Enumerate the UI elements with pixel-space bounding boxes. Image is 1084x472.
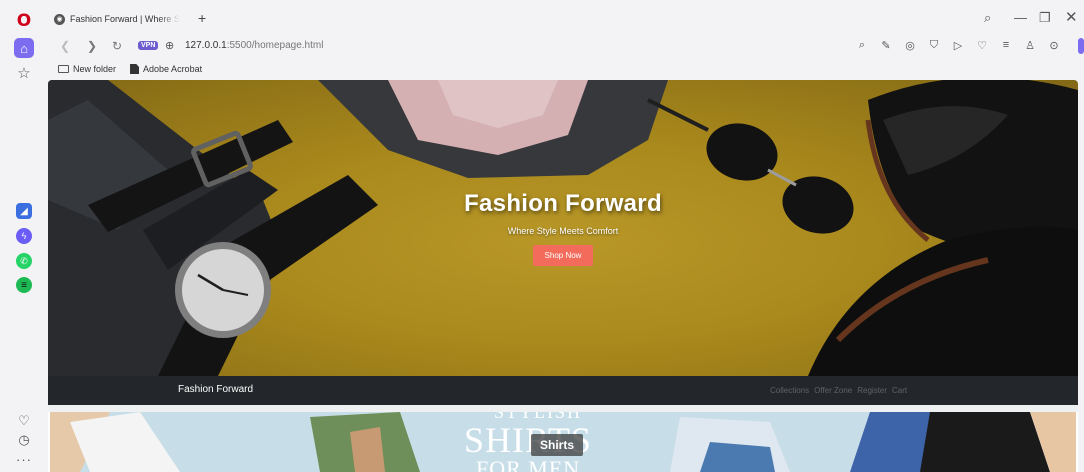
toolbar-icons: ⌕ ✎ ◎ ⛉ ▷ ♡ ≡ ♙ ⊙ (856, 39, 1060, 52)
folder-icon (58, 65, 69, 73)
shop-now-button[interactable]: Shop Now (532, 245, 594, 266)
camera-icon[interactable]: ◎ (904, 39, 916, 52)
tab-favicon-icon: ◉ (54, 13, 65, 25)
browser-tab[interactable]: ◉ Fashion Forward | Where S (54, 9, 182, 29)
forward-icon[interactable]: ❯ (87, 39, 97, 53)
address-bar: ❮ ❯ ↻ VPN ⊕ 127.0.0.1:5500/homepage.html… (48, 36, 1084, 58)
opera-logo-icon[interactable]: O (14, 11, 34, 31)
heart-icon[interactable]: ♡ (14, 411, 34, 431)
site-navbar: Fashion Forward Collections Offer Zone R… (48, 376, 1078, 405)
more-icon[interactable]: ··· (14, 449, 34, 469)
star-icon[interactable]: ☆ (14, 63, 34, 83)
reload-icon[interactable]: ↻ (112, 39, 122, 53)
shirts-category-label[interactable]: Shirts (531, 434, 584, 456)
page-viewport: Fashion Forward Where Style Meets Comfor… (48, 80, 1078, 472)
box-icon[interactable]: ⊙ (1048, 39, 1060, 52)
spotify-icon[interactable]: ≡ (16, 277, 32, 293)
browser-sidebar: O ⌂ ☆ ◢ ϟ ✆ ≡ ♡ ◷ ··· (0, 0, 48, 472)
site-brand[interactable]: Fashion Forward (178, 384, 253, 395)
menu-icon[interactable]: ≡ (1000, 39, 1012, 52)
nav-link-register[interactable]: Register (857, 386, 887, 395)
bookmark-new-folder[interactable]: New folder (58, 64, 116, 74)
ai-app-icon[interactable]: ◢ (16, 203, 32, 219)
account-icon[interactable]: ♙ (1024, 39, 1036, 52)
shirts-category-banner[interactable]: STYLISH SHIRTS FOR MEN Shirts (50, 412, 1076, 472)
messenger-icon[interactable]: ϟ (16, 228, 32, 244)
whatsapp-icon[interactable]: ✆ (16, 253, 32, 269)
bookmark-label: New folder (73, 64, 117, 74)
document-icon (130, 64, 140, 74)
site-nav-links: Collections Offer Zone Register Cart (770, 386, 907, 395)
hero-subtitle: Where Style Meets Comfort (507, 226, 619, 236)
clock-icon[interactable]: ◷ (14, 430, 34, 450)
close-icon[interactable]: ✕ (1065, 8, 1078, 26)
tab-search-icon[interactable]: ⌕ (984, 10, 991, 26)
send-icon[interactable]: ▷ (952, 39, 964, 52)
banner-text-small: FOR MEN (476, 456, 581, 472)
restore-icon[interactable]: ❐ (1039, 10, 1051, 26)
url-path: :5500/homepage.html (226, 40, 324, 51)
search-icon[interactable]: ⌕ (856, 39, 868, 52)
hero-content: Fashion Forward Where Style Meets Comfor… (48, 190, 1078, 266)
section-divider (48, 405, 1078, 412)
site-info-icon[interactable]: ⊕ (165, 39, 174, 52)
bookmarks-bar: New folder Adobe Acrobat (58, 62, 202, 76)
bookmark-label: Adobe Acrobat (143, 64, 203, 74)
nav-link-offer-zone[interactable]: Offer Zone (814, 386, 852, 395)
tab-title: Fashion Forward | Where S (70, 14, 180, 24)
hero-title: Fashion Forward (464, 190, 662, 217)
hero-section: Fashion Forward Where Style Meets Comfor… (48, 80, 1078, 376)
edit-icon[interactable]: ✎ (880, 39, 892, 52)
nav-link-cart[interactable]: Cart (892, 386, 907, 395)
home-icon[interactable]: ⌂ (14, 38, 34, 58)
minimize-icon[interactable]: — (1014, 10, 1027, 25)
url-field[interactable]: 127.0.0.1:5500/homepage.html (185, 40, 323, 51)
extension-icon[interactable] (1078, 38, 1084, 54)
new-tab-button[interactable]: + (198, 10, 206, 26)
vpn-badge[interactable]: VPN (138, 41, 159, 50)
shield-icon[interactable]: ⛉ (928, 39, 940, 52)
url-host: 127.0.0.1 (185, 40, 227, 51)
tab-bar: ◉ Fashion Forward | Where S + ⌕ — ❐ ✕ (48, 0, 1084, 36)
nav-link-collections[interactable]: Collections (770, 386, 809, 395)
bookmark-adobe-acrobat[interactable]: Adobe Acrobat (130, 64, 202, 74)
heart-icon[interactable]: ♡ (976, 39, 988, 52)
back-icon[interactable]: ❮ (60, 39, 70, 53)
